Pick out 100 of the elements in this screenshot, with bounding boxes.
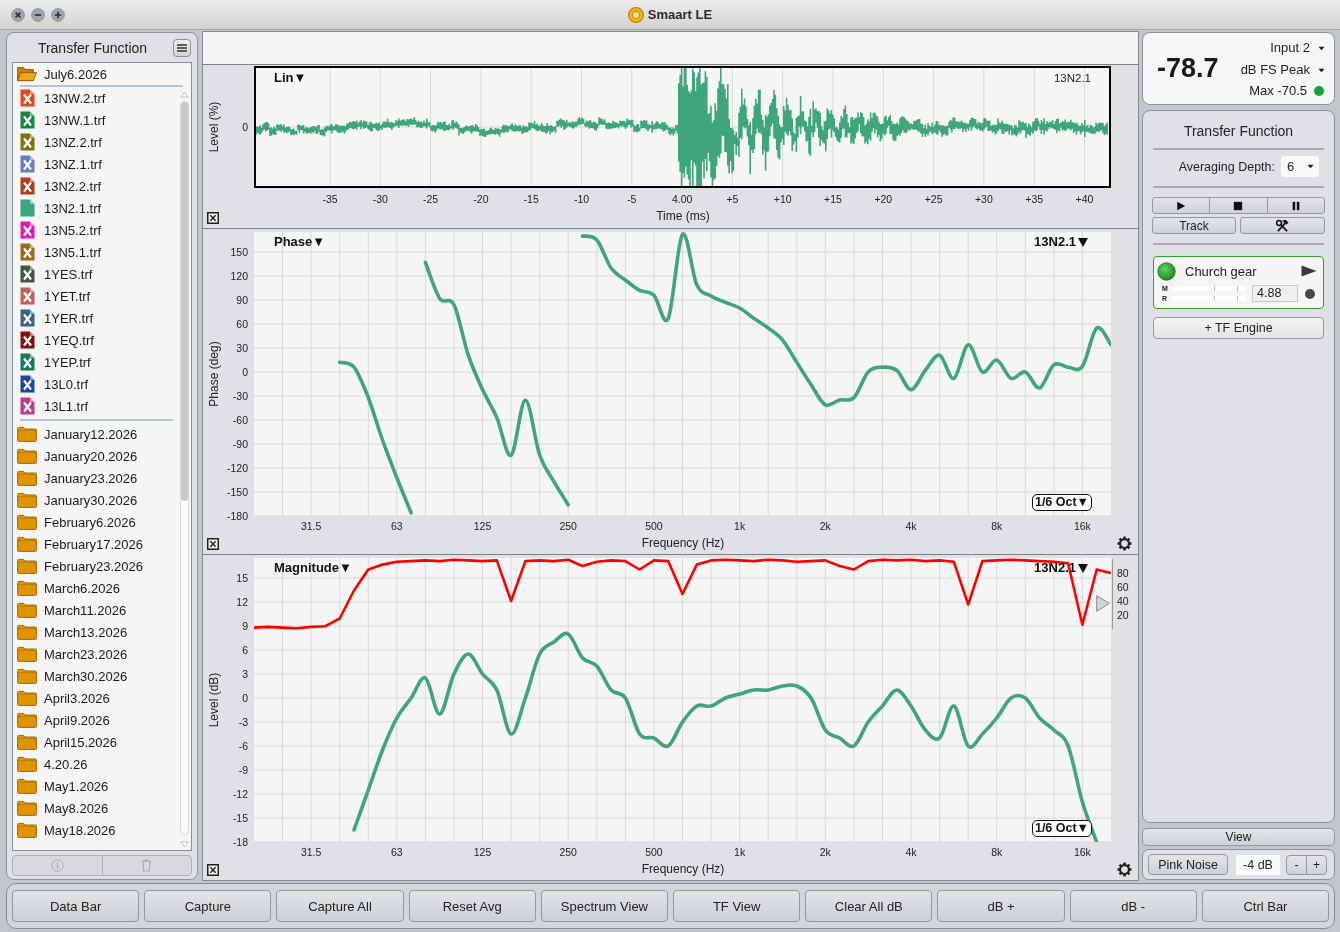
settings-icon[interactable] [1117, 536, 1132, 551]
tools-button[interactable] [1240, 217, 1325, 234]
folder-item[interactable]: March6.2026 [13, 577, 191, 599]
folder-item[interactable]: July6.2026 [13, 63, 191, 85]
axis-tick-label: -9 [238, 764, 248, 776]
folder-item[interactable]: April9.2026 [13, 709, 191, 731]
axis-tick-label: 8k [991, 846, 1003, 858]
axis-tick-label: 125 [473, 846, 492, 858]
folder-item[interactable]: January30.2026 [13, 489, 191, 511]
meter-mode-dropdown[interactable]: dB FS Peak [1240, 61, 1325, 79]
increase-button[interactable]: + [1306, 854, 1327, 875]
mode-dropdown[interactable]: Phase▼ [274, 234, 326, 250]
axis-tick-label: -180 [227, 510, 248, 522]
toolbar-button[interactable]: Clear All dB [805, 890, 933, 922]
folder-item[interactable]: April3.2026 [13, 687, 191, 709]
folder-item[interactable]: 4.20.26 [13, 753, 191, 775]
close-icon[interactable] [11, 7, 25, 22]
settings-icon[interactable] [1117, 862, 1132, 877]
file-item[interactable]: 13N5.1.trf [13, 241, 191, 263]
smoothing-dropdown[interactable]: 1/6 Oct▼ [1031, 820, 1092, 837]
view-button[interactable]: View [1142, 828, 1335, 846]
file-item[interactable]: 13NW.1.trf [13, 109, 191, 131]
toolbar-button[interactable]: dB - [1069, 890, 1197, 922]
axis-tick-label: 120 [230, 270, 248, 282]
play-icon[interactable] [1301, 265, 1317, 277]
file-item[interactable]: 1YEP.trf [13, 351, 191, 373]
file-item[interactable]: 13NZ.1.trf [13, 153, 191, 175]
averaging-dropdown[interactable]: 6 [1281, 156, 1319, 177]
close-icon[interactable] [207, 212, 219, 224]
axis-tick-label: -30 [372, 193, 388, 205]
axis-tick-label: -6 [238, 740, 248, 752]
minimize-icon[interactable] [31, 7, 45, 22]
panel-title: Transfer Function [1182, 122, 1295, 140]
file-item[interactable]: 13NW.2.trf [13, 87, 191, 109]
file-item[interactable]: 13N2.1.trf [13, 197, 191, 219]
folder-item[interactable]: February17.2026 [13, 533, 191, 555]
toolbar-button[interactable]: dB + [937, 890, 1065, 922]
level-field[interactable]: -4 dB [1236, 854, 1280, 875]
zoom-icon[interactable] [51, 7, 65, 22]
file-item[interactable]: 1YES.trf [13, 263, 191, 285]
play-icon [1176, 200, 1187, 211]
toolbar-button[interactable]: Capture [144, 890, 272, 922]
folder-item[interactable]: February6.2026 [13, 511, 191, 533]
delay-field[interactable]: 4.88 [1252, 285, 1298, 302]
trace-dropdown[interactable]: 13N2.1 [1033, 234, 1089, 250]
file-item[interactable]: 13L0.trf [13, 373, 191, 395]
toolbar-button[interactable]: Data Bar [12, 890, 140, 922]
folder-item[interactable]: February23.2026 [13, 555, 191, 577]
file-item[interactable]: 13NZ.2.trf [13, 131, 191, 153]
folder-item[interactable]: March23.2026 [13, 643, 191, 665]
axis-tick-label: 80 [1117, 567, 1129, 579]
menu-button[interactable] [173, 38, 191, 57]
trash-icon [140, 859, 154, 872]
close-icon[interactable] [207, 538, 219, 550]
folder-item[interactable]: April15.2026 [13, 731, 191, 753]
scrollbar-thumb[interactable] [181, 102, 188, 501]
axis-tick-label: +5 [726, 193, 739, 205]
axis-title: Level (dB) [207, 672, 221, 728]
axis-title: Phase (deg) [207, 341, 221, 407]
play-button[interactable] [1152, 197, 1211, 214]
smoothing-dropdown[interactable]: 1/6 Oct▼ [1031, 494, 1092, 511]
file-item[interactable]: 1YET.trf [13, 285, 191, 307]
toolbar-button[interactable]: Reset Avg [408, 890, 536, 922]
folder-item[interactable]: January23.2026 [13, 467, 191, 489]
track-button[interactable]: Track [1152, 217, 1236, 234]
file-item[interactable]: 13N5.2.trf [13, 219, 191, 241]
dot-icon[interactable] [1305, 288, 1315, 299]
axis-tick-label: -30 [232, 390, 248, 402]
mode-dropdown[interactable]: Lin▼ [274, 70, 307, 86]
folder-item[interactable]: January20.2026 [13, 445, 191, 467]
axis-tick-label: -20 [473, 193, 489, 205]
toolbar-button[interactable]: Ctrl Bar [1201, 890, 1330, 922]
axis-tick-label: -90 [232, 438, 248, 450]
decrease-button[interactable]: - [1286, 854, 1307, 875]
axis-tick-label: 1k [734, 846, 746, 858]
file-item[interactable]: 13L1.trf [13, 395, 191, 417]
toolbar-button[interactable]: TF View [673, 890, 801, 922]
file-item[interactable]: 1YER.trf [13, 307, 191, 329]
folder-item[interactable]: March13.2026 [13, 621, 191, 643]
file-item[interactable]: 1YEQ.trf [13, 329, 191, 351]
folder-item[interactable]: May8.2026 [13, 797, 191, 819]
folder-item[interactable]: March30.2026 [13, 665, 191, 687]
toolbar-button[interactable]: Spectrum View [540, 890, 668, 922]
toolbar-button[interactable]: Capture All [276, 890, 404, 922]
noise-generator-button[interactable]: Pink Noise [1148, 854, 1228, 875]
input-dropdown[interactable]: Input 2 [1270, 39, 1325, 57]
add-engine-button[interactable]: + TF Engine [1153, 317, 1324, 339]
close-icon[interactable] [207, 864, 219, 876]
stop-button[interactable] [1209, 197, 1268, 214]
folder-item[interactable]: January12.2026 [13, 423, 191, 445]
folder-item[interactable]: May1.2026 [13, 775, 191, 797]
pause-button[interactable] [1266, 197, 1325, 214]
folder-item[interactable]: May18.2026 [13, 819, 191, 841]
file-item[interactable]: 13N2.2.trf [13, 175, 191, 197]
folder-item[interactable]: March11.2026 [13, 599, 191, 621]
app-logo-icon [627, 6, 644, 23]
axis-tick-label: 60 [236, 318, 248, 330]
axis-tick-label: 2k [819, 520, 831, 532]
axis-tick-label: -5 [627, 193, 637, 205]
axis-title: Time (ms) [656, 209, 710, 223]
